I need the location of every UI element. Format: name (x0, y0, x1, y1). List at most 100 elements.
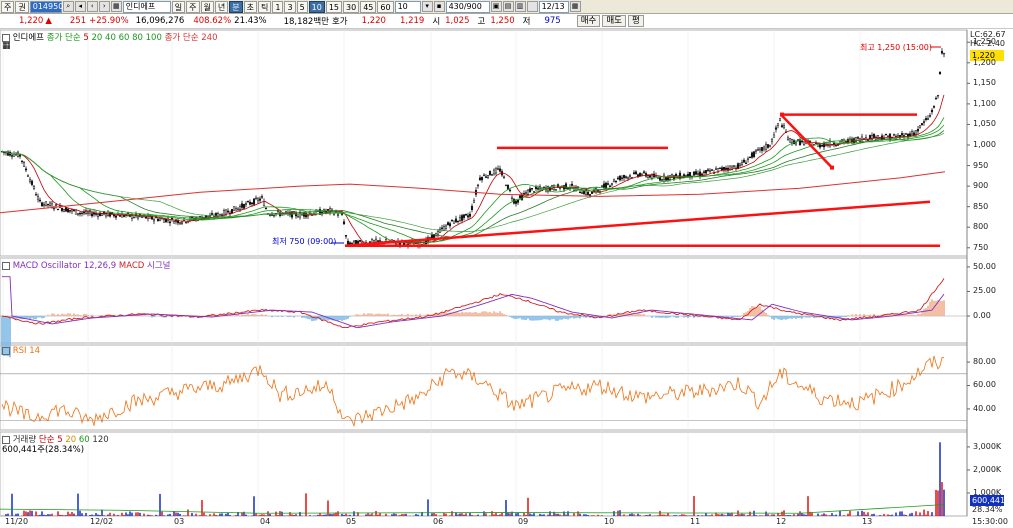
candle-body (900, 133, 904, 136)
candle-body (754, 149, 758, 152)
candle-body (90, 213, 94, 217)
candle-body (472, 200, 476, 203)
candle-body (760, 147, 764, 151)
candle-body (622, 175, 626, 179)
low-annotation: 최저 750 (09:00) (272, 237, 337, 246)
candle-body (566, 187, 570, 190)
candle-body (600, 185, 604, 187)
candle-body (296, 216, 300, 218)
candle-body (26, 175, 30, 177)
candle-body (438, 228, 442, 233)
candle-body (488, 170, 492, 176)
price-tick-label: 1,050 (973, 119, 996, 129)
candle-body (912, 132, 916, 136)
candle-body (254, 197, 258, 200)
price-tick-label: 1,250 (973, 37, 996, 47)
candle-body (250, 202, 254, 205)
pane-border-2 (0, 344, 968, 431)
candle-body (748, 156, 752, 158)
candle-body (466, 215, 470, 218)
legend-ma-100: 100 (145, 33, 162, 43)
time-label: 15:30:00 (972, 517, 1008, 526)
time-tick-label: 06 (433, 517, 444, 526)
candle-body (256, 198, 260, 202)
candle-body (458, 216, 462, 221)
candle-body (144, 216, 148, 219)
volume-tick-label: 3,000K (973, 441, 1002, 451)
candle-body (578, 191, 582, 194)
candle-body (638, 173, 642, 177)
candle-body (484, 176, 488, 178)
macd-tick-label: 50.00 (973, 261, 996, 271)
grid-toggle-icon[interactable]: ▦ (2, 41, 11, 51)
candle-body (700, 173, 704, 176)
candle-body (180, 221, 184, 224)
candle-body (852, 138, 856, 144)
price-tick-label: 1,150 (973, 78, 996, 88)
volume-value-label: 600,441주(28.34%) (2, 445, 85, 455)
trend-line (344, 200, 931, 247)
candle-body (260, 196, 264, 198)
candle-body (38, 199, 42, 202)
candle-body (780, 125, 784, 128)
candle-body (620, 177, 624, 179)
time-tick-label: 13 (862, 517, 873, 526)
candle-body (486, 175, 490, 178)
candle-body (718, 167, 722, 169)
candle-body (172, 221, 176, 224)
candle-body (714, 168, 718, 170)
candle-body (542, 186, 546, 189)
candle-body (648, 175, 652, 178)
candle-body (626, 176, 630, 179)
candle-body (916, 129, 920, 132)
candle-body (926, 118, 930, 120)
candle-body (252, 198, 256, 205)
candle-body (18, 154, 22, 157)
rsi-tick-label: 80.00 (973, 357, 996, 367)
candle-body (272, 214, 276, 217)
candle-body (114, 215, 118, 218)
candle-body (706, 169, 710, 171)
candle-body (856, 137, 860, 139)
candle-body (156, 218, 160, 222)
candle-body (782, 125, 786, 129)
time-tick-label: 05 (346, 517, 357, 526)
trend-line (780, 113, 833, 169)
candle-body (606, 183, 610, 185)
candle-body (570, 183, 574, 186)
candle-body (670, 173, 674, 177)
candle-body (758, 147, 762, 151)
candle-body (586, 191, 590, 195)
candle-body (536, 188, 540, 190)
rsi-legend: RSI 14 (2, 346, 40, 356)
legend-ma-80: 80 (132, 33, 143, 43)
candle-body (494, 168, 498, 174)
candle-body (86, 211, 90, 214)
candle-body (692, 171, 696, 176)
candle-body (246, 200, 250, 203)
candle-body (22, 162, 26, 167)
candle-body (218, 213, 222, 217)
candle-body (776, 123, 780, 126)
candle-body (446, 222, 450, 226)
candle-body (892, 134, 896, 136)
candle-body (720, 167, 724, 171)
candle-body (60, 207, 64, 212)
candle-body (702, 171, 706, 173)
candle-body (818, 144, 822, 148)
moving-average-line (1, 94, 945, 244)
candle-body (596, 190, 600, 192)
candle-body (502, 176, 506, 178)
candle-body (344, 235, 348, 237)
legend-stock-name: 인디에프 (12, 33, 44, 43)
candle-body (178, 222, 182, 225)
candle-body (242, 204, 246, 209)
volume-ma-120: 120 (92, 435, 109, 445)
candle-body (258, 198, 262, 201)
candle-body (774, 127, 778, 130)
candle-body (930, 109, 934, 113)
candle-body (800, 140, 804, 143)
candle-body (524, 192, 528, 195)
candle-body (352, 240, 356, 243)
macd-line (1, 278, 945, 328)
